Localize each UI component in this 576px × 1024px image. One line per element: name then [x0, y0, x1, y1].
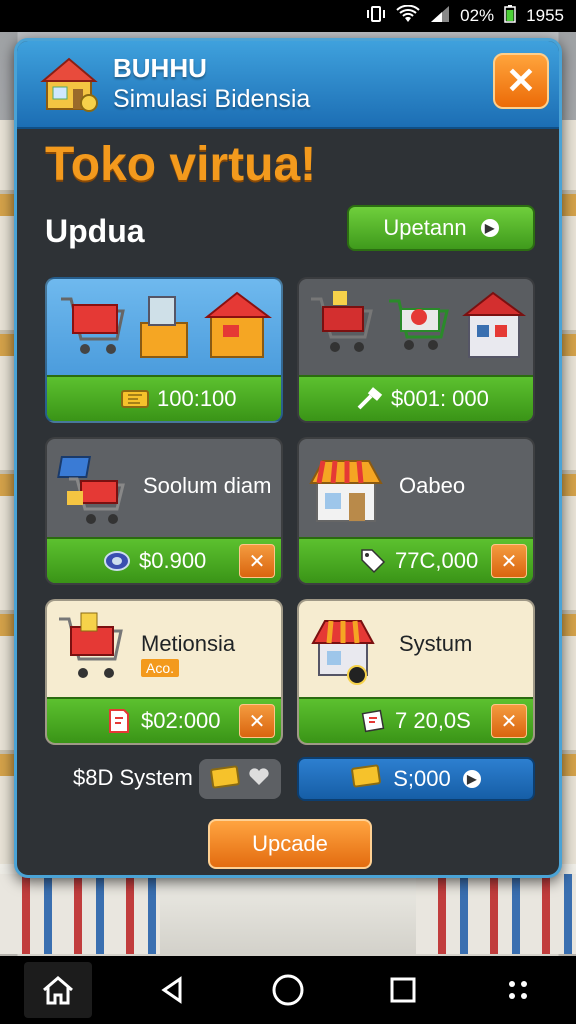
card-1-price-bar: 100:100	[47, 375, 281, 421]
section-title: Updua	[45, 213, 145, 249]
recents-icon[interactable]	[369, 962, 437, 1018]
card-3-price: $0.900	[139, 548, 207, 573]
buy-button-label: S;000	[393, 766, 451, 791]
upgrade-button[interactable]: Upcade	[208, 819, 372, 869]
status-bar: 02% 1955	[0, 0, 576, 32]
clock: 1955	[526, 6, 564, 25]
remove-button[interactable]: ✕	[491, 544, 527, 578]
card-6-price: 7 20,0S	[395, 708, 471, 733]
navigation-bar	[0, 956, 576, 1024]
battery-icon	[504, 4, 516, 28]
buy-button[interactable]: S;000 ▶	[297, 757, 535, 801]
store-card-6[interactable]: Systum 7 20,0S ✕	[297, 599, 535, 745]
green-cart-icon	[389, 299, 449, 350]
ticket-icon	[351, 764, 382, 794]
shop-building-icon	[204, 291, 272, 358]
store-dialog: BUHHU Simulasi Bidensia ✕ Toko virtua! U…	[14, 38, 562, 878]
card-2-image	[299, 279, 533, 377]
battery-percent: 02%	[460, 6, 495, 25]
vibrate-icon	[366, 5, 386, 28]
hammer-icon	[355, 385, 383, 413]
card-6-price-bar: 7 20,0S ✕	[299, 697, 533, 743]
system-chip[interactable]	[199, 759, 281, 799]
card-2-price-bar: $001: 000	[299, 375, 533, 421]
card-5-label: Metionsia	[141, 631, 236, 656]
remove-button[interactable]: ✕	[239, 544, 275, 578]
dialog-title: BUHHU	[113, 53, 207, 83]
back-icon[interactable]	[139, 962, 207, 1018]
update-button-label: Upetann	[383, 215, 467, 240]
arrow-right-icon: ▶	[462, 770, 481, 788]
card-1-price: 100:100	[157, 386, 237, 411]
shopping-cart-icon	[61, 297, 125, 354]
remove-button[interactable]: ✕	[491, 704, 527, 738]
home-icon[interactable]	[23, 962, 92, 1018]
signal-icon	[430, 5, 450, 28]
more-dots-icon[interactable]	[484, 962, 552, 1018]
arrow-right-icon: ▶	[480, 219, 499, 237]
system-label: $8D System	[73, 765, 193, 790]
market-stall-icon	[309, 460, 383, 522]
remove-button[interactable]: ✕	[239, 704, 275, 738]
card-4-price: 77С,000	[395, 548, 479, 573]
page-title: Toko virtua!	[45, 138, 317, 191]
tag-icon	[359, 547, 387, 575]
store-house-icon	[39, 51, 103, 115]
card-1-image	[47, 279, 281, 377]
card-4-price-bar: 77С,000 ✕	[299, 537, 533, 583]
stall-icon	[140, 296, 188, 358]
card-3-price-bar: $0.900 ✕	[47, 537, 281, 583]
ticket-icon	[121, 385, 149, 413]
circle-home-icon[interactable]	[254, 962, 322, 1018]
wifi-icon	[396, 4, 420, 28]
shopping-cart-icon	[59, 612, 123, 678]
ticket-icon	[210, 765, 240, 794]
shopping-cart-icon	[311, 291, 373, 352]
store-card-5[interactable]: Metionsia Aco. $02:000 ✕	[45, 599, 283, 745]
background-shelf-bottom-right	[416, 874, 576, 954]
receipt-icon	[105, 707, 133, 735]
update-button[interactable]: Upetann ▶	[347, 205, 535, 251]
card-2-price: $001: 000	[391, 386, 489, 411]
document-icon	[359, 707, 387, 735]
background-shelf-bottom-left	[0, 874, 160, 954]
card-5-price-bar: $02:000 ✕	[47, 697, 281, 743]
card-5-badge: Aco.	[141, 659, 180, 677]
store-card-3[interactable]: Soolum diam $0.900 ✕	[45, 437, 283, 585]
shop-stall-icon	[311, 620, 375, 685]
dialog-header: BUHHU Simulasi Bidensia ✕	[17, 41, 559, 129]
heart-icon	[248, 767, 270, 792]
close-button[interactable]: ✕	[493, 53, 549, 109]
store-card-1[interactable]: 100:100	[45, 277, 283, 423]
store-card-2[interactable]: $001: 000	[297, 277, 535, 423]
dialog-subtitle: Simulasi Bidensia	[113, 85, 311, 113]
solar-cart-icon	[57, 456, 125, 524]
coin-icon	[103, 547, 131, 575]
shop-building-icon	[462, 291, 527, 358]
card-4-label: Oabeo	[399, 473, 466, 498]
card-3-label: Soolum diam	[143, 473, 272, 498]
card-6-label: Systum	[399, 631, 473, 656]
card-5-price: $02:000	[141, 708, 221, 733]
store-card-4[interactable]: Oabeo 77С,000 ✕	[297, 437, 535, 585]
